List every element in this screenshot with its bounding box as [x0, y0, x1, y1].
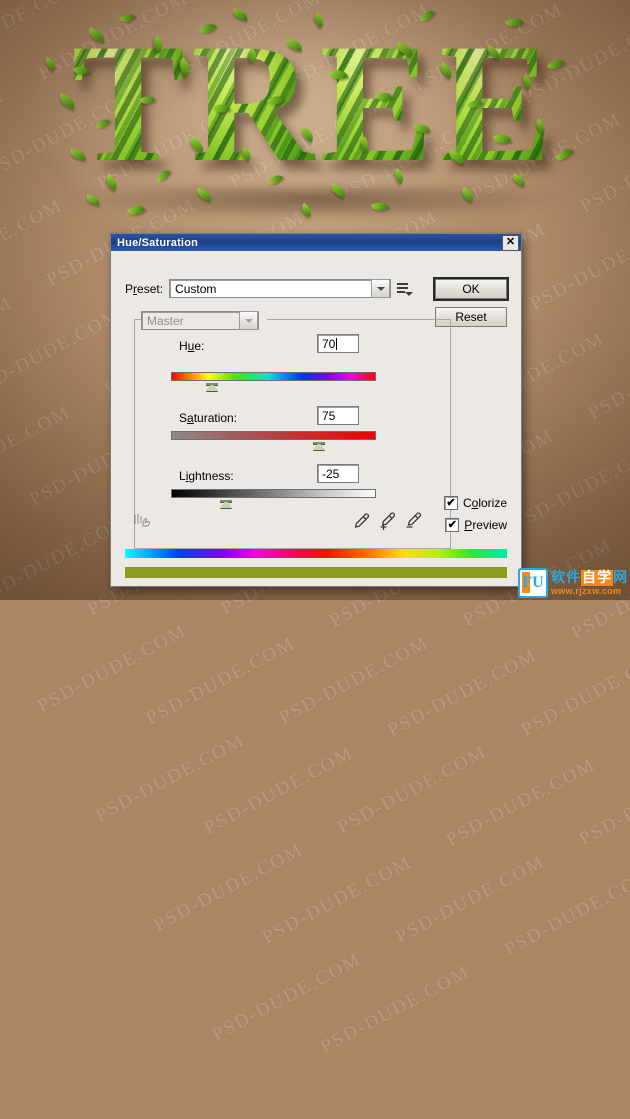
eyedropper-icon[interactable]	[353, 512, 371, 530]
hue-value: 70	[322, 336, 336, 351]
saturation-slider-track[interactable]	[171, 431, 376, 440]
colorize-checkbox[interactable]: ✔	[443, 496, 458, 510]
channel-value: Master	[147, 313, 184, 328]
watermark-row: PSD-DUDE.COMPSD-DUDE.COMPSD-DUDE.COMPSD-…	[208, 753, 630, 1046]
logo-url: www.rjzxw.com	[551, 585, 622, 596]
saturation-value: 75	[322, 408, 336, 423]
dialog-body: Preset: Custom OK Reset Master Hue: 70 S…	[111, 251, 521, 586]
saturation-label: Saturation:	[179, 411, 238, 425]
lightness-slider-track[interactable]	[171, 489, 376, 498]
color-bars	[125, 549, 507, 578]
close-icon[interactable]: ✕	[502, 234, 519, 251]
chevron-down-icon[interactable]	[371, 279, 391, 298]
lightness-input[interactable]: -25	[317, 464, 359, 483]
preset-options-menu-icon[interactable]	[397, 281, 414, 297]
preset-label: Preset:	[125, 281, 164, 296]
watermark-row: PSD-DUDE.COMPSD-DUDE.COMPSD-DUDE.COMPSD-…	[259, 656, 630, 949]
preset-dropdown[interactable]: Custom	[169, 279, 392, 298]
logo-words: 软件自学网 www.rjzxw.com	[551, 569, 628, 596]
lightness-slider-thumb[interactable]	[220, 500, 233, 508]
logo-cn-text: 软件自学网	[551, 569, 628, 586]
logo-mark-icon: FU	[518, 568, 548, 598]
site-logo: FU 软件自学网 www.rjzxw.com	[518, 568, 628, 598]
colorize-checkbox-row[interactable]: ✔ Colorize	[443, 496, 507, 510]
hue-label: Hue:	[179, 339, 205, 353]
preview-checkbox[interactable]: ✔	[445, 518, 460, 532]
preset-value: Custom	[175, 281, 217, 296]
input-spectrum-bar[interactable]	[125, 549, 507, 558]
chevron-down-icon[interactable]	[239, 311, 258, 330]
dialog-title: Hue/Saturation	[117, 236, 199, 249]
ok-button[interactable]: OK	[435, 279, 507, 299]
preset-row: Preset: Custom	[125, 279, 414, 298]
text-caret	[336, 337, 338, 350]
preview-checkbox-row[interactable]: ✔ Preview	[445, 518, 507, 532]
eyedropper-minus-icon[interactable]	[405, 512, 423, 530]
dialog-titlebar[interactable]: Hue/Saturation ✕	[111, 234, 521, 251]
lightness-label: Lightness:	[179, 469, 234, 483]
hue-slider-thumb[interactable]	[206, 383, 218, 391]
channel-dropdown[interactable]: Master	[141, 311, 259, 330]
hue-input[interactable]: 70	[317, 334, 359, 353]
eyedropper-plus-icon[interactable]	[379, 512, 397, 530]
saturation-slider-thumb[interactable]	[312, 442, 325, 450]
lightness-value: -25	[322, 466, 340, 481]
hue-slider-track[interactable]	[171, 372, 376, 381]
preview-label: Preview	[464, 518, 507, 532]
hue-saturation-dialog: Hue/Saturation ✕ Preset: Custom OK Reset…	[110, 233, 522, 587]
output-color-bar[interactable]	[125, 567, 507, 578]
colorize-label: Colorize	[462, 496, 507, 510]
saturation-input[interactable]: 75	[317, 406, 359, 425]
on-image-adjustment-icon[interactable]	[133, 512, 151, 528]
watermark-row: PSD-DUDE.COMPSD-DUDE.COMPSD-DUDE.COMPSD-…	[317, 863, 630, 1058]
